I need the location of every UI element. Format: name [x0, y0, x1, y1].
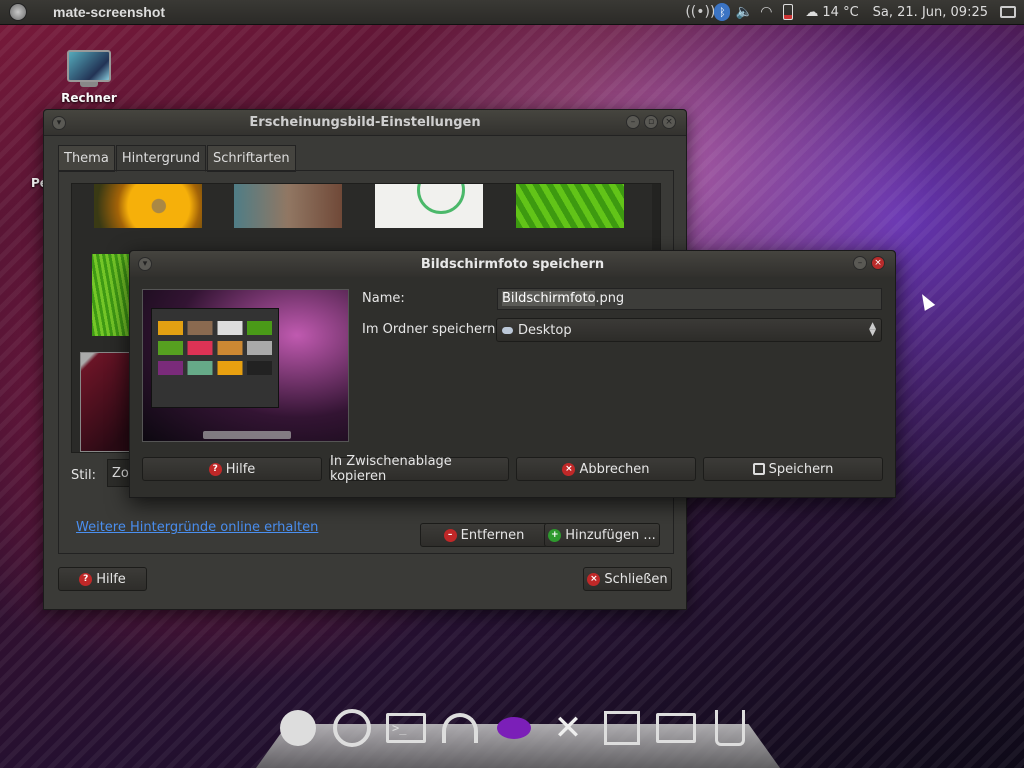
filename-selected-text: Bildschirmfoto [502, 291, 596, 306]
dialog-close-icon[interactable]: × [871, 256, 885, 270]
style-label: Stil: [71, 468, 96, 483]
weather-indicator[interactable]: ☁ 14 °C [805, 5, 858, 20]
folder-value: Desktop [518, 322, 572, 338]
dock-terminal-icon[interactable]: >_ [384, 706, 428, 750]
dock-trash-icon[interactable] [708, 706, 752, 750]
message-indicator-icon[interactable] [1000, 6, 1016, 18]
filename-input[interactable]: Bildschirmfoto.png [497, 288, 882, 310]
screenshot-preview [142, 289, 349, 442]
dock-browser-icon[interactable] [330, 706, 374, 750]
tab-theme[interactable]: Thema [58, 145, 115, 172]
window-titlebar[interactable]: ▾ Erscheinungsbild-Einstellungen – ▫ × [44, 110, 686, 136]
main-menu-button[interactable] [0, 0, 36, 25]
close-x-icon: × [587, 572, 601, 586]
dock-chat-bubble-icon[interactable] [492, 706, 536, 750]
dock-audio-headphones-icon[interactable] [438, 706, 482, 750]
dialog-help-button[interactable]: ? Hilfe [142, 457, 322, 481]
add-button[interactable]: + Hinzufügen ... [544, 523, 660, 547]
desktop-folder-icon [502, 326, 513, 334]
dialog-menu-icon[interactable]: ▾ [138, 257, 152, 271]
desktop-icon-label: Rechner [61, 91, 117, 105]
desktop-icon-computer[interactable]: Rechner [60, 50, 118, 105]
cancel-button[interactable]: × Abbrechen [516, 457, 696, 481]
top-panel: mate-screenshot ((•)) ᛒ 🔈 ◠ ☁ 14 °C Sa, … [0, 0, 1024, 25]
remove-icon: – [443, 528, 457, 542]
dock-settings-gear-icon[interactable] [276, 706, 320, 750]
dialog-titlebar[interactable]: ▾ Bildschirmfoto speichern – × [130, 251, 895, 277]
wallpaper-thumb-leaf[interactable] [516, 184, 624, 228]
copy-to-clipboard-button[interactable]: In Zwischenablage kopieren [329, 454, 509, 484]
wifi-icon[interactable]: ◠ [755, 0, 777, 25]
dialog-minimize-icon[interactable]: – [853, 256, 867, 270]
help-icon: ? [79, 572, 93, 586]
dialog-title: Bildschirmfoto speichern [420, 256, 605, 272]
weather-cloud-icon: ☁ [805, 4, 819, 20]
system-tray: ((•)) ᛒ 🔈 ◠ ☁ 14 °C Sa, 21. Jun, 09:25 [685, 0, 1024, 25]
mate-logo-icon [9, 3, 27, 21]
network-icon[interactable]: ((•)) [685, 0, 715, 25]
wallpaper-thumb-mate-logo[interactable] [375, 184, 483, 228]
close-icon[interactable]: × [662, 115, 676, 129]
online-backgrounds-link[interactable]: Weitere Hintergründe online erhalten [76, 520, 318, 535]
active-app-title: mate-screenshot [53, 4, 166, 20]
folder-label: Im Ordner speichern: [362, 322, 500, 337]
folder-select[interactable]: Desktop ▲ ▼ [496, 318, 882, 342]
save-button[interactable]: Speichern [703, 457, 883, 481]
tab-fonts[interactable]: Schriftarten [206, 145, 296, 172]
dock-x-app-icon[interactable]: ✕ [546, 706, 590, 750]
bluetooth-icon[interactable]: ᛒ [711, 0, 733, 25]
temperature: 14 °C [822, 4, 859, 20]
help-icon: ? [208, 462, 222, 476]
dock-book-icon[interactable] [600, 706, 644, 750]
tab-background[interactable]: Hintergrund [115, 145, 206, 172]
chevron-updown-icon: ▲ ▼ [869, 321, 876, 338]
clock[interactable]: Sa, 21. Jun, 09:25 [873, 5, 988, 20]
filename-extension: .png [595, 291, 625, 306]
name-label: Name: [362, 291, 405, 306]
save-screenshot-dialog: ▾ Bildschirmfoto speichern – × Name: Bil… [129, 250, 896, 498]
dock: >_ ✕ [276, 706, 752, 750]
dock-screenshot-icon[interactable] [654, 706, 698, 750]
mouse-cursor [916, 291, 936, 311]
wallpaper-thumb-grass[interactable] [92, 254, 132, 336]
remove-button[interactable]: – Entfernen [420, 523, 548, 547]
add-icon: + [548, 528, 562, 542]
battery-icon[interactable] [777, 0, 799, 25]
maximize-icon[interactable]: ▫ [644, 115, 658, 129]
window-menu-icon[interactable]: ▾ [52, 116, 66, 130]
computer-icon [67, 50, 111, 82]
volume-icon[interactable]: 🔈 [733, 0, 755, 25]
window-title: Erscheinungsbild-Einstellungen [249, 115, 481, 130]
tab-bar: Thema Hintergrund Schriftarten [58, 145, 297, 172]
wallpaper-thumb-flower[interactable] [94, 184, 202, 228]
wallpaper-thumb-gradient[interactable] [234, 184, 342, 228]
save-disk-icon [752, 463, 765, 475]
close-button[interactable]: × Schließen [583, 567, 672, 591]
help-button[interactable]: ? Hilfe [58, 567, 147, 591]
cancel-icon: × [562, 462, 576, 476]
minimize-icon[interactable]: – [626, 115, 640, 129]
